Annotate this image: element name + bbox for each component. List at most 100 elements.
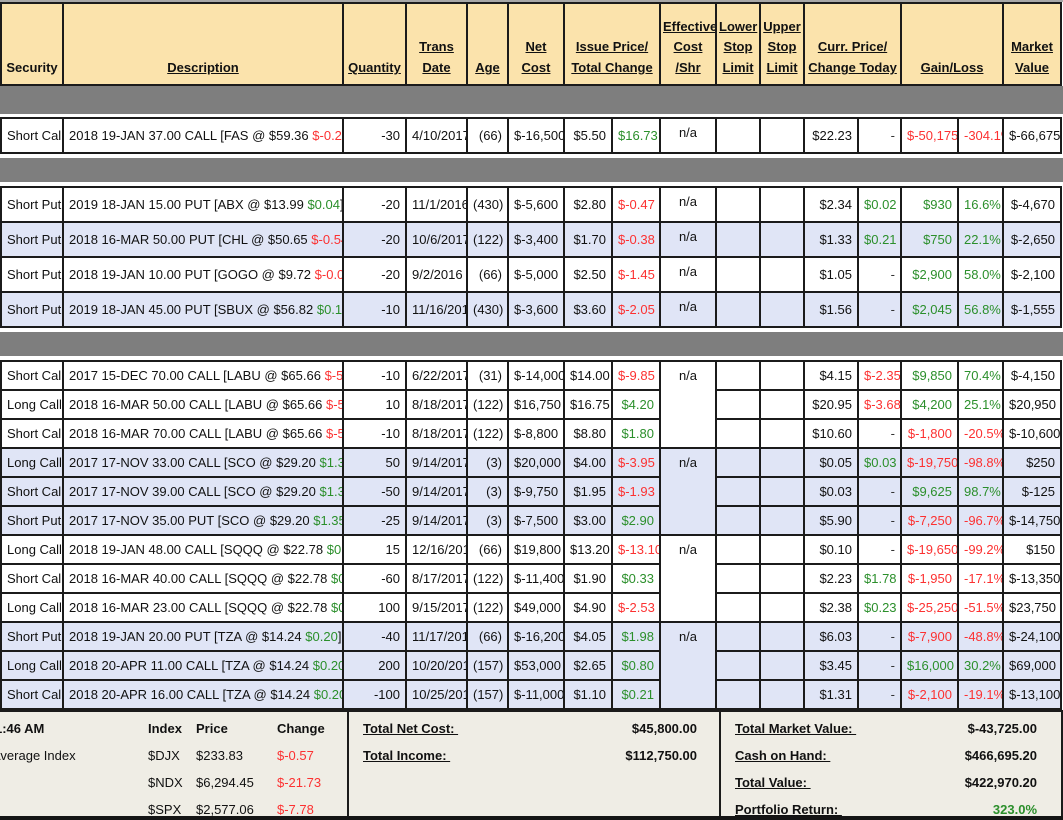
cell-description[interactable]: 2018 16-MAR 50.00 CALL [LABU @ $65.66 $-…: [63, 390, 343, 419]
cell-quantity[interactable]: -50: [343, 477, 406, 506]
cell-change-today[interactable]: -: [858, 118, 901, 153]
cell-gain-loss-percent[interactable]: -17.1%: [958, 564, 1003, 593]
cell-gain-loss-percent[interactable]: -19.1%: [958, 680, 1003, 709]
cell-net-cost[interactable]: $-7,500: [508, 506, 564, 535]
cell-description[interactable]: 2018 16-MAR 70.00 CALL [LABU @ $65.66 $-…: [63, 419, 343, 448]
column-header-upper-stop-limit[interactable]: UpperStopLimit: [760, 3, 804, 85]
cell-upper-stop-limit[interactable]: [760, 419, 804, 448]
cell-upper-stop-limit[interactable]: [760, 506, 804, 535]
cell-age[interactable]: (157): [467, 651, 508, 680]
cell-effective-cost-shr[interactable]: n/a: [660, 361, 716, 448]
cell-upper-stop-limit[interactable]: [760, 187, 804, 222]
cell-curr-price[interactable]: $3.45: [804, 651, 858, 680]
cell-description[interactable]: 2018 16-MAR 50.00 PUT [CHL @ $50.65 $-0.…: [63, 222, 343, 257]
cell-gain-loss-dollar[interactable]: $-25,250: [901, 593, 958, 622]
cell-curr-price[interactable]: $1.05: [804, 257, 858, 292]
cell-change-today[interactable]: $0.23: [858, 593, 901, 622]
cell-curr-price[interactable]: $6.03: [804, 622, 858, 651]
cell-age[interactable]: (66): [467, 118, 508, 153]
cell-net-cost[interactable]: $-5,000: [508, 257, 564, 292]
cell-issue-price[interactable]: $14.00: [564, 361, 612, 390]
cell-trans-date[interactable]: 11/17/2016: [406, 622, 467, 651]
cell-market-value[interactable]: $69,000: [1003, 651, 1061, 680]
cell-issue-price[interactable]: $5.50: [564, 118, 612, 153]
cell-change-today[interactable]: -: [858, 622, 901, 651]
cell-curr-price[interactable]: $20.95: [804, 390, 858, 419]
cell-upper-stop-limit[interactable]: [760, 257, 804, 292]
cell-market-value[interactable]: $-4,150: [1003, 361, 1061, 390]
cell-lower-stop-limit[interactable]: [716, 477, 760, 506]
cell-upper-stop-limit[interactable]: [760, 118, 804, 153]
cell-trans-date[interactable]: 12/16/2016: [406, 535, 467, 564]
cell-curr-price[interactable]: $1.33: [804, 222, 858, 257]
cell-net-cost[interactable]: $-14,000: [508, 361, 564, 390]
column-header-quantity[interactable]: Quantity: [343, 3, 406, 85]
cell-gain-loss-percent[interactable]: 56.8%: [958, 292, 1003, 327]
cell-quantity[interactable]: 50: [343, 448, 406, 477]
cell-gain-loss-percent[interactable]: -51.5%: [958, 593, 1003, 622]
cell-security[interactable]: Long Call: [1, 593, 63, 622]
column-header-net-cost[interactable]: NetCost: [508, 3, 564, 85]
cell-quantity[interactable]: -10: [343, 361, 406, 390]
cell-market-value[interactable]: $-125: [1003, 477, 1061, 506]
cell-net-cost[interactable]: $-16,500: [508, 118, 564, 153]
cell-security[interactable]: Short Call: [1, 361, 63, 390]
cell-issue-price[interactable]: $1.90: [564, 564, 612, 593]
cell-issue-price[interactable]: $4.00: [564, 448, 612, 477]
cell-gain-loss-dollar[interactable]: $930: [901, 187, 958, 222]
cell-age[interactable]: (122): [467, 222, 508, 257]
cell-security[interactable]: Short Put: [1, 257, 63, 292]
cell-security[interactable]: Short Call: [1, 419, 63, 448]
cell-quantity[interactable]: 10: [343, 390, 406, 419]
cell-issue-price[interactable]: $3.00: [564, 506, 612, 535]
cell-change-today[interactable]: -: [858, 419, 901, 448]
cell-lower-stop-limit[interactable]: [716, 390, 760, 419]
cell-upper-stop-limit[interactable]: [760, 361, 804, 390]
cell-market-value[interactable]: $-66,675: [1003, 118, 1061, 153]
cell-gain-loss-percent[interactable]: 58.0%: [958, 257, 1003, 292]
cell-lower-stop-limit[interactable]: [716, 118, 760, 153]
cell-trans-date[interactable]: 9/14/2017: [406, 448, 467, 477]
cell-gain-loss-dollar[interactable]: $-1,800: [901, 419, 958, 448]
column-header-curr-price-change-today[interactable]: Curr. Price/Change Today: [804, 3, 901, 85]
cell-total-change[interactable]: $-3.95: [612, 448, 660, 477]
cell-total-change[interactable]: $-1.45: [612, 257, 660, 292]
cell-effective-cost-shr[interactable]: n/a: [660, 118, 716, 153]
cell-description[interactable]: 2018 19-JAN 37.00 CALL [FAS @ $59.36 $-0…: [63, 118, 343, 153]
cell-age[interactable]: (3): [467, 448, 508, 477]
cell-total-change[interactable]: $4.20: [612, 390, 660, 419]
column-header-lower-stop-limit[interactable]: LowerStopLimit: [716, 3, 760, 85]
cell-trans-date[interactable]: 9/14/2017: [406, 506, 467, 535]
cell-change-today[interactable]: -: [858, 680, 901, 709]
cell-security[interactable]: Short Put: [1, 222, 63, 257]
cell-total-change[interactable]: $0.21: [612, 680, 660, 709]
cell-change-today[interactable]: $-3.68: [858, 390, 901, 419]
cell-change-today[interactable]: $1.78: [858, 564, 901, 593]
column-header-age[interactable]: Age: [467, 3, 508, 85]
cell-age[interactable]: (66): [467, 535, 508, 564]
cell-curr-price[interactable]: $22.23: [804, 118, 858, 153]
cell-effective-cost-shr[interactable]: n/a: [660, 448, 716, 535]
cell-curr-price[interactable]: $4.15: [804, 361, 858, 390]
cell-issue-price[interactable]: $4.90: [564, 593, 612, 622]
cell-effective-cost-shr[interactable]: n/a: [660, 187, 716, 222]
cell-gain-loss-percent[interactable]: 98.7%: [958, 477, 1003, 506]
cell-security[interactable]: Short Put: [1, 506, 63, 535]
cell-effective-cost-shr[interactable]: n/a: [660, 222, 716, 257]
cell-upper-stop-limit[interactable]: [760, 535, 804, 564]
cell-total-change[interactable]: $-13.10: [612, 535, 660, 564]
cell-effective-cost-shr[interactable]: n/a: [660, 292, 716, 327]
cell-description[interactable]: 2018 19-JAN 10.00 PUT [GOGO @ $9.72 $-0.…: [63, 257, 343, 292]
cell-market-value[interactable]: $-4,670: [1003, 187, 1061, 222]
cell-total-change[interactable]: $-9.85: [612, 361, 660, 390]
cell-issue-price[interactable]: $13.20: [564, 535, 612, 564]
cell-lower-stop-limit[interactable]: [716, 361, 760, 390]
cell-issue-price[interactable]: $2.50: [564, 257, 612, 292]
cell-lower-stop-limit[interactable]: [716, 593, 760, 622]
cell-age[interactable]: (3): [467, 477, 508, 506]
cell-change-today[interactable]: -: [858, 506, 901, 535]
cell-quantity[interactable]: -100: [343, 680, 406, 709]
cell-issue-price[interactable]: $2.65: [564, 651, 612, 680]
cell-net-cost[interactable]: $-11,000: [508, 680, 564, 709]
cell-trans-date[interactable]: 4/10/2017: [406, 118, 467, 153]
